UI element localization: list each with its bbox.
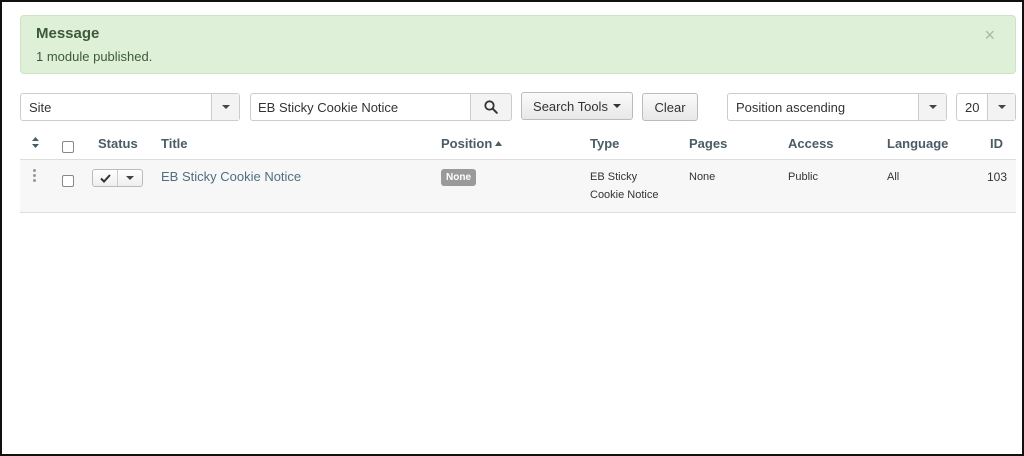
- column-header-status[interactable]: Status: [98, 136, 138, 151]
- drag-handle-icon[interactable]: [33, 169, 37, 183]
- status-actions-dropdown[interactable]: [117, 170, 142, 186]
- column-header-title[interactable]: Title: [161, 136, 188, 151]
- type-line-2: Cookie Notice: [590, 189, 659, 201]
- search-tools-label: Search Tools: [533, 98, 608, 114]
- close-icon[interactable]: ×: [984, 26, 995, 44]
- client-select[interactable]: Site: [20, 93, 240, 121]
- column-header-type[interactable]: Type: [590, 136, 619, 151]
- column-header-position[interactable]: Position: [441, 136, 503, 151]
- column-header-access[interactable]: Access: [788, 136, 834, 151]
- divider: [20, 212, 1016, 213]
- check-icon: [99, 173, 111, 183]
- access-cell: Public: [788, 171, 818, 183]
- row-checkbox[interactable]: [62, 175, 74, 187]
- limit-select[interactable]: 20: [956, 93, 1016, 121]
- type-cell: EB Sticky Cookie Notice: [590, 168, 658, 204]
- id-cell: 103: [987, 170, 1008, 184]
- clear-label: Clear: [654, 99, 686, 115]
- publish-toggle-button[interactable]: [93, 170, 117, 186]
- alert-heading: Message: [36, 25, 100, 42]
- caret-down-icon: [126, 176, 134, 180]
- success-alert: Message 1 module published. ×: [20, 15, 1016, 74]
- search-group: [250, 93, 512, 121]
- column-header-pages[interactable]: Pages: [689, 136, 727, 151]
- module-title-link[interactable]: EB Sticky Cookie Notice: [161, 169, 301, 184]
- client-select-value: Site: [29, 99, 52, 115]
- select-all-checkbox[interactable]: [62, 141, 74, 153]
- search-tools-button[interactable]: Search Tools: [521, 92, 633, 120]
- pages-cell: None: [689, 171, 716, 183]
- limit-select-value: 20: [965, 99, 980, 115]
- type-line-1: EB Sticky: [590, 171, 638, 183]
- position-badge: None: [441, 169, 476, 186]
- column-header-id[interactable]: ID: [990, 136, 1003, 151]
- caret-down-icon: [612, 104, 621, 108]
- search-icon: [484, 100, 498, 114]
- status-toggle: [92, 169, 143, 187]
- search-button[interactable]: [470, 93, 512, 121]
- chevron-down-icon: [918, 94, 946, 120]
- ordering-select[interactable]: Position ascending: [727, 93, 947, 121]
- column-header-position-label: Position: [441, 136, 493, 151]
- chevron-down-icon: [211, 94, 239, 120]
- sort-ascending-icon: [495, 140, 503, 146]
- table-row-background: [20, 160, 1016, 212]
- column-header-language[interactable]: Language: [887, 136, 948, 151]
- sort-icon[interactable]: [31, 136, 40, 149]
- alert-message: 1 module published.: [36, 49, 153, 64]
- search-input[interactable]: [250, 93, 470, 121]
- language-cell: All: [887, 171, 900, 183]
- chevron-down-icon: [987, 94, 1015, 120]
- clear-button[interactable]: Clear: [642, 93, 698, 121]
- ordering-select-value: Position ascending: [736, 99, 846, 115]
